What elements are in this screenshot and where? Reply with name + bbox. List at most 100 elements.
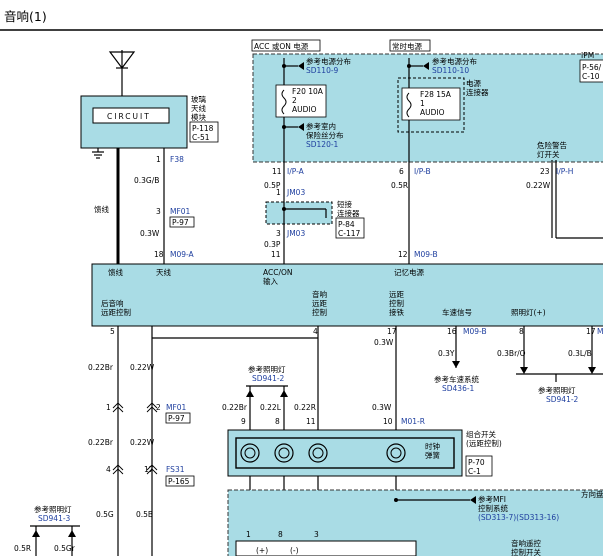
wire-color-0-3br-o: 0.3Br/O — [497, 349, 526, 358]
unit-speed-signal: 车速信号 — [442, 307, 472, 317]
combo-switch-ref1: P-70 — [468, 458, 485, 467]
ref-illum-left-label: 参考照明灯 — [34, 504, 72, 514]
pin-17-right: 17 — [586, 327, 596, 336]
fuse-left-rating: F20 10A — [292, 87, 324, 96]
unit-illum-plus: 照明灯(+) — [511, 307, 546, 317]
fs31-pin-l: 4 — [106, 465, 111, 474]
m09b-top-name: M09-B — [414, 250, 438, 259]
m01r-name: M01-R — [401, 417, 425, 426]
iph-color: 0.22W — [526, 181, 551, 190]
power-dist-left-ref: SD110-9 — [306, 66, 339, 75]
switch-wire-0-22br: 0.22Br — [222, 403, 248, 412]
fuse-right-rating: F28 15A — [420, 90, 452, 99]
short-connector-ref1: P-84 — [338, 220, 355, 229]
fuse-right-name: AUDIO — [420, 108, 445, 117]
switch-pin-8: 8 — [275, 417, 280, 426]
feeder-label: 馈线 — [94, 204, 109, 214]
wire-color-0-3w: 0.3W — [374, 338, 394, 347]
unit-remote-shift: 远距控制接铁 — [389, 290, 404, 317]
mf01-top-color: 0.3W — [140, 229, 160, 238]
bottom-right-label: 音响遥控控制开关 — [511, 538, 541, 556]
fuse-left-name: AUDIO — [292, 105, 317, 114]
mf01-top-name: MF01 — [170, 207, 191, 216]
unit-antenna-label: 天线 — [156, 267, 171, 277]
bottom-minus: (-) — [290, 546, 299, 555]
m09b-top-pin: 12 — [398, 250, 408, 259]
module-ref1: P-118 — [192, 124, 214, 133]
ref-speed-system-ref: SD436-1 — [442, 384, 475, 393]
ref-mfi-label: 参考MFI 控制系统 — [478, 494, 508, 513]
power-dist-right-ref: SD110-10 — [432, 66, 469, 75]
indoor-fuse-ref: SD120-1 — [306, 140, 339, 149]
pin-17: 17 — [387, 327, 397, 336]
bottom-left-0-5r: 0.5R — [14, 544, 31, 553]
page-title: 音响(1) — [4, 9, 47, 24]
fuse-left-pin: 2 — [292, 96, 297, 105]
wire-color-0-3l-b: 0.3L/B — [568, 349, 592, 358]
left-wire-0-22br-2: 0.22Br — [88, 438, 114, 447]
jm03-bot-name: JM03 — [286, 229, 305, 238]
ipm-ref2: C-10 — [582, 72, 600, 81]
power-dist-left-label: 参考电源分布 — [306, 56, 351, 66]
ipb-name: I/P-B — [414, 167, 431, 176]
ipb-pin: 6 — [399, 167, 404, 176]
glass-antenna-module-name: 玻璃天线模块 — [191, 94, 206, 122]
speed-wire-name: M09-B — [463, 327, 487, 336]
short-connector-name: 短接连接器 — [337, 199, 360, 218]
ipm-name: IPM — [581, 51, 594, 60]
short-connector-ref2: C-117 — [338, 229, 360, 238]
fuse-right-pin: 1 — [420, 99, 425, 108]
bottom-pin-1: 1 — [246, 530, 251, 539]
switch-pin-11: 11 — [306, 417, 316, 426]
pin-4: 4 — [313, 327, 318, 336]
left-wire-0-5b: 0.5B — [136, 510, 153, 519]
mf01-top-pin: 3 — [156, 207, 161, 216]
f38-pin: 1 — [156, 155, 161, 164]
fs31-ref: P-165 — [168, 477, 190, 486]
mf01-lower-ref: P-97 — [168, 414, 185, 423]
unit-audio-remote: 音响远距控制 — [312, 289, 327, 317]
bottom-plus: (+) — [256, 546, 268, 555]
fs31-name: FS31 — [166, 465, 185, 474]
clock-spring-label: 时钟弹簧 — [425, 441, 440, 460]
ref-speed-system-label: 参考车速系统 — [434, 374, 479, 384]
left-wire-0-22br: 0.22Br — [88, 363, 114, 372]
m09a-name: M09-A — [170, 250, 195, 259]
mf01-lower-name: MF01 — [166, 403, 187, 412]
ipm-ref1: P-56/ — [582, 63, 602, 72]
pin-16: 16 — [447, 327, 457, 336]
bottom-left-0-5gr: 0.5Gr — [54, 544, 76, 553]
m09a-pin: 18 — [154, 250, 164, 259]
circuit-label: CIRCUIT — [107, 112, 151, 121]
jm03-bot-pin: 3 — [276, 229, 281, 238]
jm03-top-name: JM03 — [286, 188, 305, 197]
ipa-pin: 11 — [272, 167, 282, 176]
left-wire-0-5g: 0.5G — [96, 510, 114, 519]
wiring-diagram: 音响(1) ACC 或ON 电源 常时电源 IPM P-56/ C-10 参考电… — [0, 9, 603, 556]
f38-color: 0.3G/B — [134, 176, 159, 185]
ref-illum-mid-label: 参考照明灯 — [248, 364, 286, 374]
jm03-top-pin: 1 — [276, 188, 281, 197]
unit-memory-power: 记忆电源 — [394, 267, 424, 277]
ref-mfi-ref: (SD313-7)(SD313-16) — [478, 513, 559, 522]
mf01-top-ref: P-97 — [172, 218, 189, 227]
mf01-lower-pin-l: 1 — [106, 403, 111, 412]
switch-wire-0-22l: 0.22L — [260, 403, 282, 412]
module-ref2: C-51 — [192, 133, 210, 142]
left-wire-0-22w: 0.22W — [130, 363, 155, 372]
iph-name: I/P-H — [556, 167, 573, 176]
ref-illum-right-label: 参考照明灯 — [538, 385, 576, 395]
power-dist-right-label: 参考电源分布 — [432, 56, 477, 66]
switch-wire-0-22r: 0.22R — [294, 403, 316, 412]
speed-wire-color: 0.3Y — [438, 349, 455, 358]
pin-5: 5 — [110, 327, 115, 336]
switch-pin-10: 10 — [383, 417, 393, 426]
ref-illum-right-ref: SD941-2 — [546, 395, 579, 404]
jm03-bot-color: 0.3P — [264, 240, 281, 249]
switch-wire-0-3w: 0.3W — [372, 403, 392, 412]
steering-wheel-label: 方向盘 — [581, 489, 603, 499]
ipb-color: 0.5R — [391, 181, 408, 190]
ipa-name: I/P-A — [287, 167, 305, 176]
switch-pin-9: 9 — [241, 417, 246, 426]
combo-switch-ref2: C-1 — [468, 467, 481, 476]
